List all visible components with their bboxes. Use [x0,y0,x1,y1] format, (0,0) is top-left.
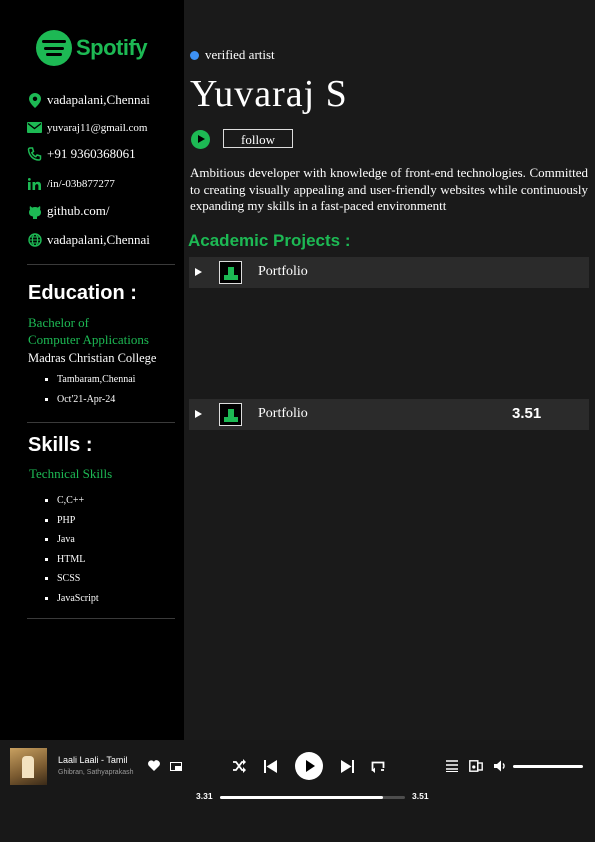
current-time: 3.31 [196,791,213,801]
linkedin-icon [27,176,42,191]
main-content: verified artist Yuvaraj S follow Ambitio… [184,0,595,740]
logo-text: Spotify [76,35,148,60]
project-label: Portfolio [258,264,308,279]
bio-text: Ambitious developer with knowledge of fr… [190,165,588,213]
skill-item: C,C++ [57,491,99,511]
contact-github-text: github.com/ [47,203,110,218]
degree: Bachelor of Computer Applications [28,314,149,348]
contact-phone[interactable]: +91 9360368061 [27,146,136,162]
queue-icon[interactable] [446,760,458,772]
education-details: Tambaram,Chennai Oct'21-Apr-24 [38,370,135,410]
spotify-logo-icon [36,30,72,66]
skill-item: JavaScript [57,589,99,609]
volume-slider[interactable] [513,765,583,768]
phone-icon [27,146,42,162]
player-bar: Laali Laali - Tamil Ghibran, Sathyapraka… [0,740,595,842]
globe-icon [27,233,42,248]
skills-list: C,C++ PHP Java HTML SCSS JavaScript [38,491,99,608]
skill-item: PHP [57,511,99,531]
connect-device-icon[interactable] [469,760,483,772]
expand-arrow-icon[interactable] [195,268,202,276]
contact-github[interactable]: github.com/ [27,203,109,219]
sidebar-divider [27,618,175,619]
heart-icon[interactable] [148,760,160,771]
previous-icon[interactable] [264,760,277,773]
project-thumbnail-icon [219,403,242,426]
artist-name: Yuvaraj S [190,73,348,115]
education-dates: Oct'21-Apr-24 [57,390,135,410]
degree-line-1: Bachelor of [28,315,90,330]
project-duration: 3.51 [512,405,542,422]
verified-artist: verified artist [190,47,275,63]
shuffle-icon[interactable] [232,759,246,773]
contact-linkedin-text: /in/-03b877277 [47,177,115,190]
mail-icon [27,120,42,135]
project-row[interactable]: Portfolio 3.51 [189,399,589,430]
spotify-logo[interactable]: Spotify [36,30,148,66]
total-time: 3.51 [412,791,429,801]
skill-item: Java [57,530,99,550]
next-icon[interactable] [341,760,354,773]
sidebar-divider [27,422,175,423]
education-location: Tambaram,Chennai [57,370,135,390]
contact-email[interactable]: yuvaraj11@gmail.com [27,120,147,135]
contact-website-text: vadapalani,Chennai [47,232,150,247]
project-label: Portfolio [258,406,308,421]
contact-location: vadapalani,Chennai [27,92,150,108]
song-artist[interactable]: Ghibran, Sathyaprakash [58,769,134,776]
projects-title: Academic Projects : [188,231,351,250]
verified-badge-icon [190,50,199,60]
contact-location-text: vadapalani,Chennai [47,92,150,107]
contact-phone-text: +91 9360368061 [47,146,136,161]
contact-email-text: yuvaraj11@gmail.com [47,121,148,134]
repeat-icon[interactable] [371,759,386,773]
skills-title: Skills : [28,434,93,456]
skill-item: HTML [57,550,99,570]
degree-line-2: Computer Applications [28,332,149,347]
contact-linkedin[interactable]: /in/-03b877277 [27,176,115,191]
expand-arrow-icon[interactable] [195,410,202,418]
volume-icon[interactable] [494,760,508,772]
project-row[interactable]: Portfolio [189,257,589,288]
progress-fill [220,796,383,799]
verified-label: verified artist [205,47,275,62]
college-name: Madras Christian College [28,351,157,365]
project-thumbnail-icon [219,261,242,284]
album-cover[interactable] [10,748,47,785]
play-button[interactable] [191,130,210,149]
education-title: Education : [28,282,137,304]
skill-item: SCSS [57,569,99,589]
location-pin-icon [27,92,42,108]
song-title[interactable]: Laali Laali - Tamil [58,755,127,765]
sidebar: Spotify vadapalani,Chennai yuvaraj11@gma… [0,0,184,740]
progress-bar[interactable] [220,796,405,799]
technical-skills-title: Technical Skills [29,466,113,481]
github-icon [27,204,42,219]
sidebar-divider [27,264,175,265]
follow-button[interactable]: follow [223,129,293,148]
main-play-button[interactable] [295,752,323,780]
picture-in-picture-icon[interactable] [170,762,182,771]
contact-website[interactable]: vadapalani,Chennai [27,232,150,248]
